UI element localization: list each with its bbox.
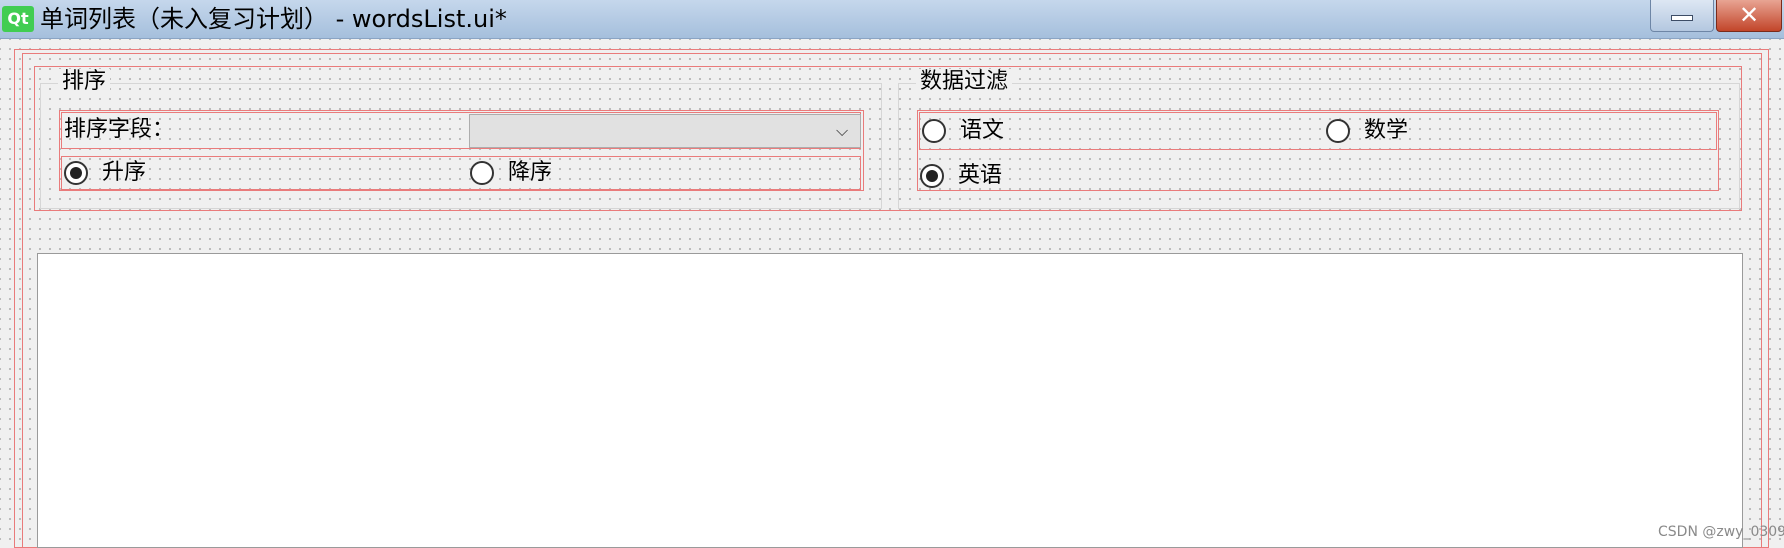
- window-title: 单词列表（未入复习计划） - wordsList.ui*: [40, 5, 507, 33]
- sort-order-layout-frame: [61, 156, 861, 190]
- sort-field-combobox[interactable]: ⌵: [469, 114, 861, 148]
- radio-math[interactable]: [1326, 119, 1350, 143]
- radio-chinese[interactable]: [922, 119, 946, 143]
- close-icon: ✕: [1738, 1, 1760, 29]
- radio-english-label[interactable]: 英语: [958, 162, 1002, 190]
- minimize-button[interactable]: [1650, 0, 1714, 32]
- radio-ascending[interactable]: [64, 161, 88, 185]
- words-table-view[interactable]: [37, 253, 1743, 548]
- filter-row-layout-frame: [919, 112, 1717, 150]
- filter-group-title: 数据过滤: [916, 69, 1013, 95]
- radio-descending-label[interactable]: 降序: [508, 159, 552, 187]
- radio-descending[interactable]: [470, 161, 494, 185]
- qt-logo-icon: Qt: [2, 6, 34, 32]
- sort-field-label: 排序字段：: [64, 117, 175, 142]
- sort-group-title: 排序: [58, 69, 111, 95]
- window-title-bar[interactable]: Qt 单词列表（未入复习计划） - wordsList.ui* ✕: [0, 0, 1784, 39]
- close-button[interactable]: ✕: [1716, 0, 1782, 32]
- radio-english[interactable]: [920, 164, 944, 188]
- radio-math-label[interactable]: 数学: [1364, 117, 1408, 145]
- form-canvas[interactable]: 排序 排序字段： ⌵ 升序 降序 数据过滤 语文 数学 英语 CSDN @zwy…: [0, 39, 1784, 548]
- minimize-icon: [1671, 15, 1693, 21]
- radio-chinese-label[interactable]: 语文: [960, 117, 1004, 145]
- watermark: CSDN @zwy_0309: [1658, 524, 1784, 540]
- radio-ascending-label[interactable]: 升序: [102, 159, 146, 187]
- chevron-down-icon: ⌵: [836, 121, 849, 140]
